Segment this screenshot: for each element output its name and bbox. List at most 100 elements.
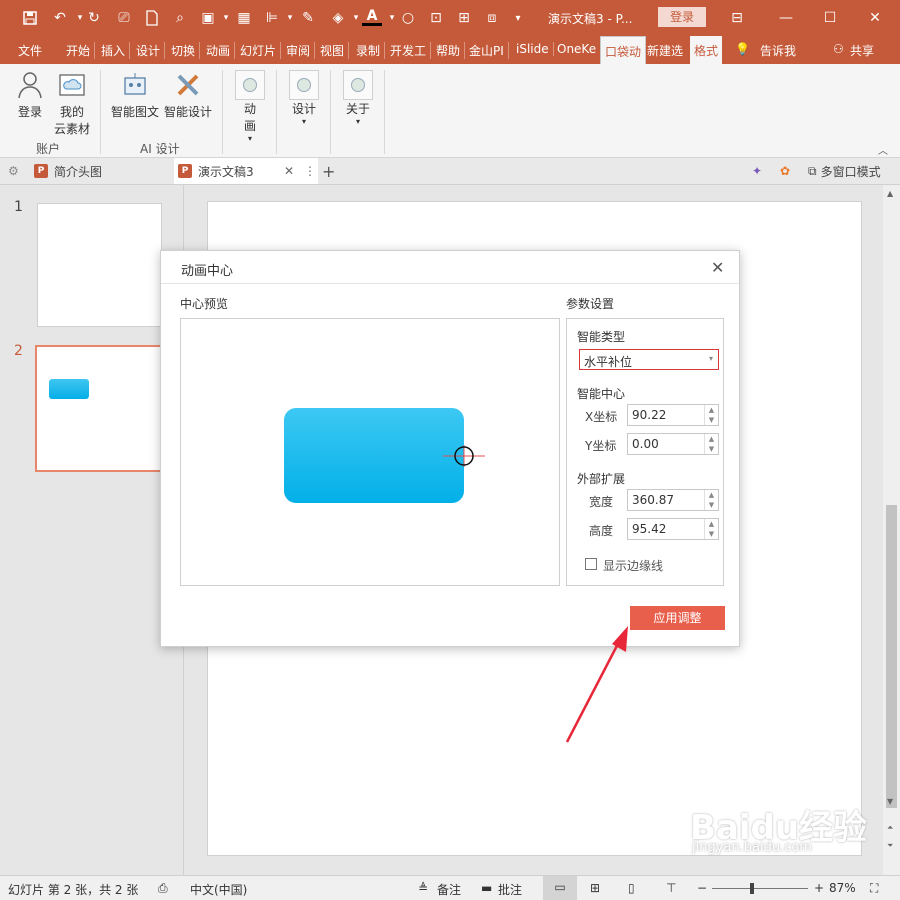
align-dropdown-icon[interactable]: ▾ — [280, 8, 300, 28]
tab-review[interactable]: 审阅 — [286, 42, 316, 59]
tab-design[interactable]: 设计 — [136, 42, 166, 59]
zoom-slider-track[interactable] — [712, 888, 808, 889]
doc-tab-presentation3[interactable]: P 演示文稿3 ✕ ⋮ — [174, 158, 318, 184]
slideshow-view-icon[interactable]: ⊤ — [666, 881, 676, 895]
about-menu-button[interactable]: 关于 ▾ — [341, 70, 375, 126]
smart-design-button[interactable]: 智能设计 — [162, 70, 214, 120]
ribbon-display-icon[interactable]: ⊟ — [727, 8, 747, 28]
normal-view-icon[interactable]: ▭ — [543, 876, 577, 900]
smart-type-value: 水平补位 — [584, 355, 633, 369]
language-label[interactable]: 中文(中国) — [190, 881, 247, 898]
close-dialog-icon[interactable]: ✕ — [711, 258, 724, 277]
maximize-button[interactable]: ☐ — [820, 8, 840, 28]
share-button[interactable]: 共享 — [850, 42, 874, 59]
magic-wand-icon[interactable]: ✦ — [752, 158, 762, 184]
tab-slideshow[interactable]: 幻灯片 — [240, 42, 282, 59]
eyedropper-icon[interactable]: ✎ — [298, 8, 318, 28]
show-edges-checkbox[interactable] — [585, 558, 597, 570]
slideshow-icon[interactable]: ⎚ — [114, 8, 134, 28]
circle-shape-icon[interactable]: ○ — [398, 8, 418, 28]
zoom-in-icon[interactable]: + — [814, 881, 824, 895]
distribute-icon[interactable]: ⧈ — [482, 8, 502, 28]
redo-icon[interactable]: ↻ — [84, 8, 104, 28]
scroll-up-icon[interactable]: ▲ — [887, 189, 893, 198]
zoom-out-icon[interactable]: − — [697, 881, 707, 895]
y-coord-input[interactable]: 0.00 ▲ ▼ — [627, 433, 719, 455]
spinner-icon[interactable]: ▲ ▼ — [704, 405, 718, 425]
tab-help[interactable]: 帮助 — [436, 42, 466, 59]
pin-icon[interactable]: ⚙ — [8, 158, 19, 184]
spinner-icon[interactable]: ▲ ▼ — [704, 519, 718, 539]
image-icon[interactable]: ▣ — [198, 8, 218, 28]
group-icon[interactable]: ⊞ — [454, 8, 474, 28]
new-file-icon[interactable] — [142, 8, 162, 28]
width-input[interactable]: 360.87 ▲ ▼ — [627, 489, 719, 511]
tab-insert[interactable]: 插入 — [101, 42, 131, 59]
smart-type-select[interactable]: 水平补位 ▾ — [579, 349, 719, 370]
tab-animations[interactable]: 动画 — [206, 42, 236, 59]
tab-new-select[interactable]: 新建选 — [647, 42, 683, 59]
customize-toolbar-icon[interactable]: ▾ — [508, 8, 528, 28]
tab-record[interactable]: 录制 — [356, 42, 386, 59]
vertical-scrollbar[interactable]: ▲ ▼ ⏶ ⏷ — [883, 185, 900, 875]
tell-me-search[interactable]: 告诉我 — [760, 42, 796, 59]
close-tab-icon[interactable]: ✕ — [284, 164, 294, 178]
scroll-thumb[interactable] — [886, 505, 897, 808]
login-button[interactable]: 登录 — [658, 7, 706, 27]
spellcheck-icon[interactable]: ⎙ — [158, 881, 168, 896]
design-menu-button[interactable]: 设计 ▾ — [287, 70, 321, 126]
tab-more-icon[interactable]: ⋮ — [304, 164, 316, 178]
fill-color-icon[interactable]: ◈ — [328, 8, 348, 28]
save-icon[interactable] — [20, 8, 40, 28]
spinner-icon[interactable]: ▲ ▼ — [704, 434, 718, 454]
crop-icon[interactable]: ⊡ — [426, 8, 446, 28]
table-icon[interactable]: ▦ — [234, 8, 254, 28]
tab-format[interactable]: 格式 — [690, 36, 723, 64]
notes-button[interactable]: 备注 — [437, 881, 461, 898]
slide-sorter-icon[interactable]: ⊞ — [590, 881, 600, 895]
fit-to-window-icon[interactable]: ⛶ — [870, 881, 878, 896]
login-ribbon-button[interactable]: 登录 — [12, 70, 48, 120]
tab-file[interactable]: 文件 — [18, 42, 42, 59]
window-title: 演示文稿3 - P... — [548, 12, 633, 26]
comments-button[interactable]: 批注 — [498, 881, 522, 898]
font-color-icon[interactable]: A — [362, 8, 382, 26]
image-dropdown-icon[interactable]: ▾ — [216, 8, 236, 28]
smart-graphic-button[interactable]: 智能图文 — [110, 70, 160, 120]
tab-islide[interactable]: iSlide — [516, 42, 554, 56]
about-label: 关于 — [345, 102, 370, 116]
tab-developer[interactable]: 开发工 — [390, 42, 432, 59]
zoom-level[interactable]: 87% — [829, 881, 856, 895]
height-input[interactable]: 95.42 ▲ ▼ — [627, 518, 719, 540]
zoom-slider-thumb[interactable] — [750, 883, 754, 894]
print-preview-icon[interactable]: ⌕ — [170, 8, 190, 28]
tab-oneke[interactable]: OneKe — [557, 42, 596, 56]
collapse-ribbon-icon[interactable]: ︿ — [878, 142, 888, 157]
align-icon[interactable]: ⊫ — [262, 8, 282, 28]
ribbon-divider — [100, 70, 101, 154]
minimize-button[interactable]: — — [776, 8, 796, 28]
new-tab-icon[interactable]: + — [322, 158, 335, 184]
tab-pocket-animation[interactable]: 口袋动 — [600, 36, 647, 64]
close-button[interactable]: ✕ — [865, 8, 885, 28]
next-slide-icon[interactable]: ⏷ — [887, 841, 893, 851]
undo-icon[interactable]: ↶ — [50, 8, 70, 28]
tab-view[interactable]: 视图 — [320, 42, 350, 59]
slide-thumbnail-2[interactable] — [35, 345, 165, 472]
spinner-icon[interactable]: ▲ ▼ — [704, 490, 718, 510]
animation-menu-button[interactable]: 动 画 ▾ — [233, 70, 267, 143]
tab-transitions[interactable]: 切换 — [171, 42, 201, 59]
cloud-material-button[interactable]: 我的 云素材 — [52, 70, 92, 137]
scroll-down-icon[interactable]: ▼ — [887, 797, 893, 806]
share-icon[interactable]: ⚇ — [833, 42, 844, 56]
apply-button[interactable]: 应用调整 — [630, 606, 725, 630]
settings-gear-icon[interactable]: ✿ — [780, 158, 790, 184]
prev-slide-icon[interactable]: ⏶ — [887, 823, 893, 833]
multi-window-button[interactable]: ⧉ 多窗口模式 — [808, 158, 881, 184]
tab-home[interactable]: 开始 — [66, 42, 96, 59]
doc-tab-intro[interactable]: P 简介头图 — [34, 158, 174, 184]
x-coord-input[interactable]: 90.22 ▲ ▼ — [627, 404, 719, 426]
slide-thumbnail-1[interactable] — [37, 203, 162, 327]
reading-view-icon[interactable]: ▯ — [628, 881, 635, 895]
tab-kingsoft-pdf[interactable]: 金山PI — [469, 42, 509, 59]
